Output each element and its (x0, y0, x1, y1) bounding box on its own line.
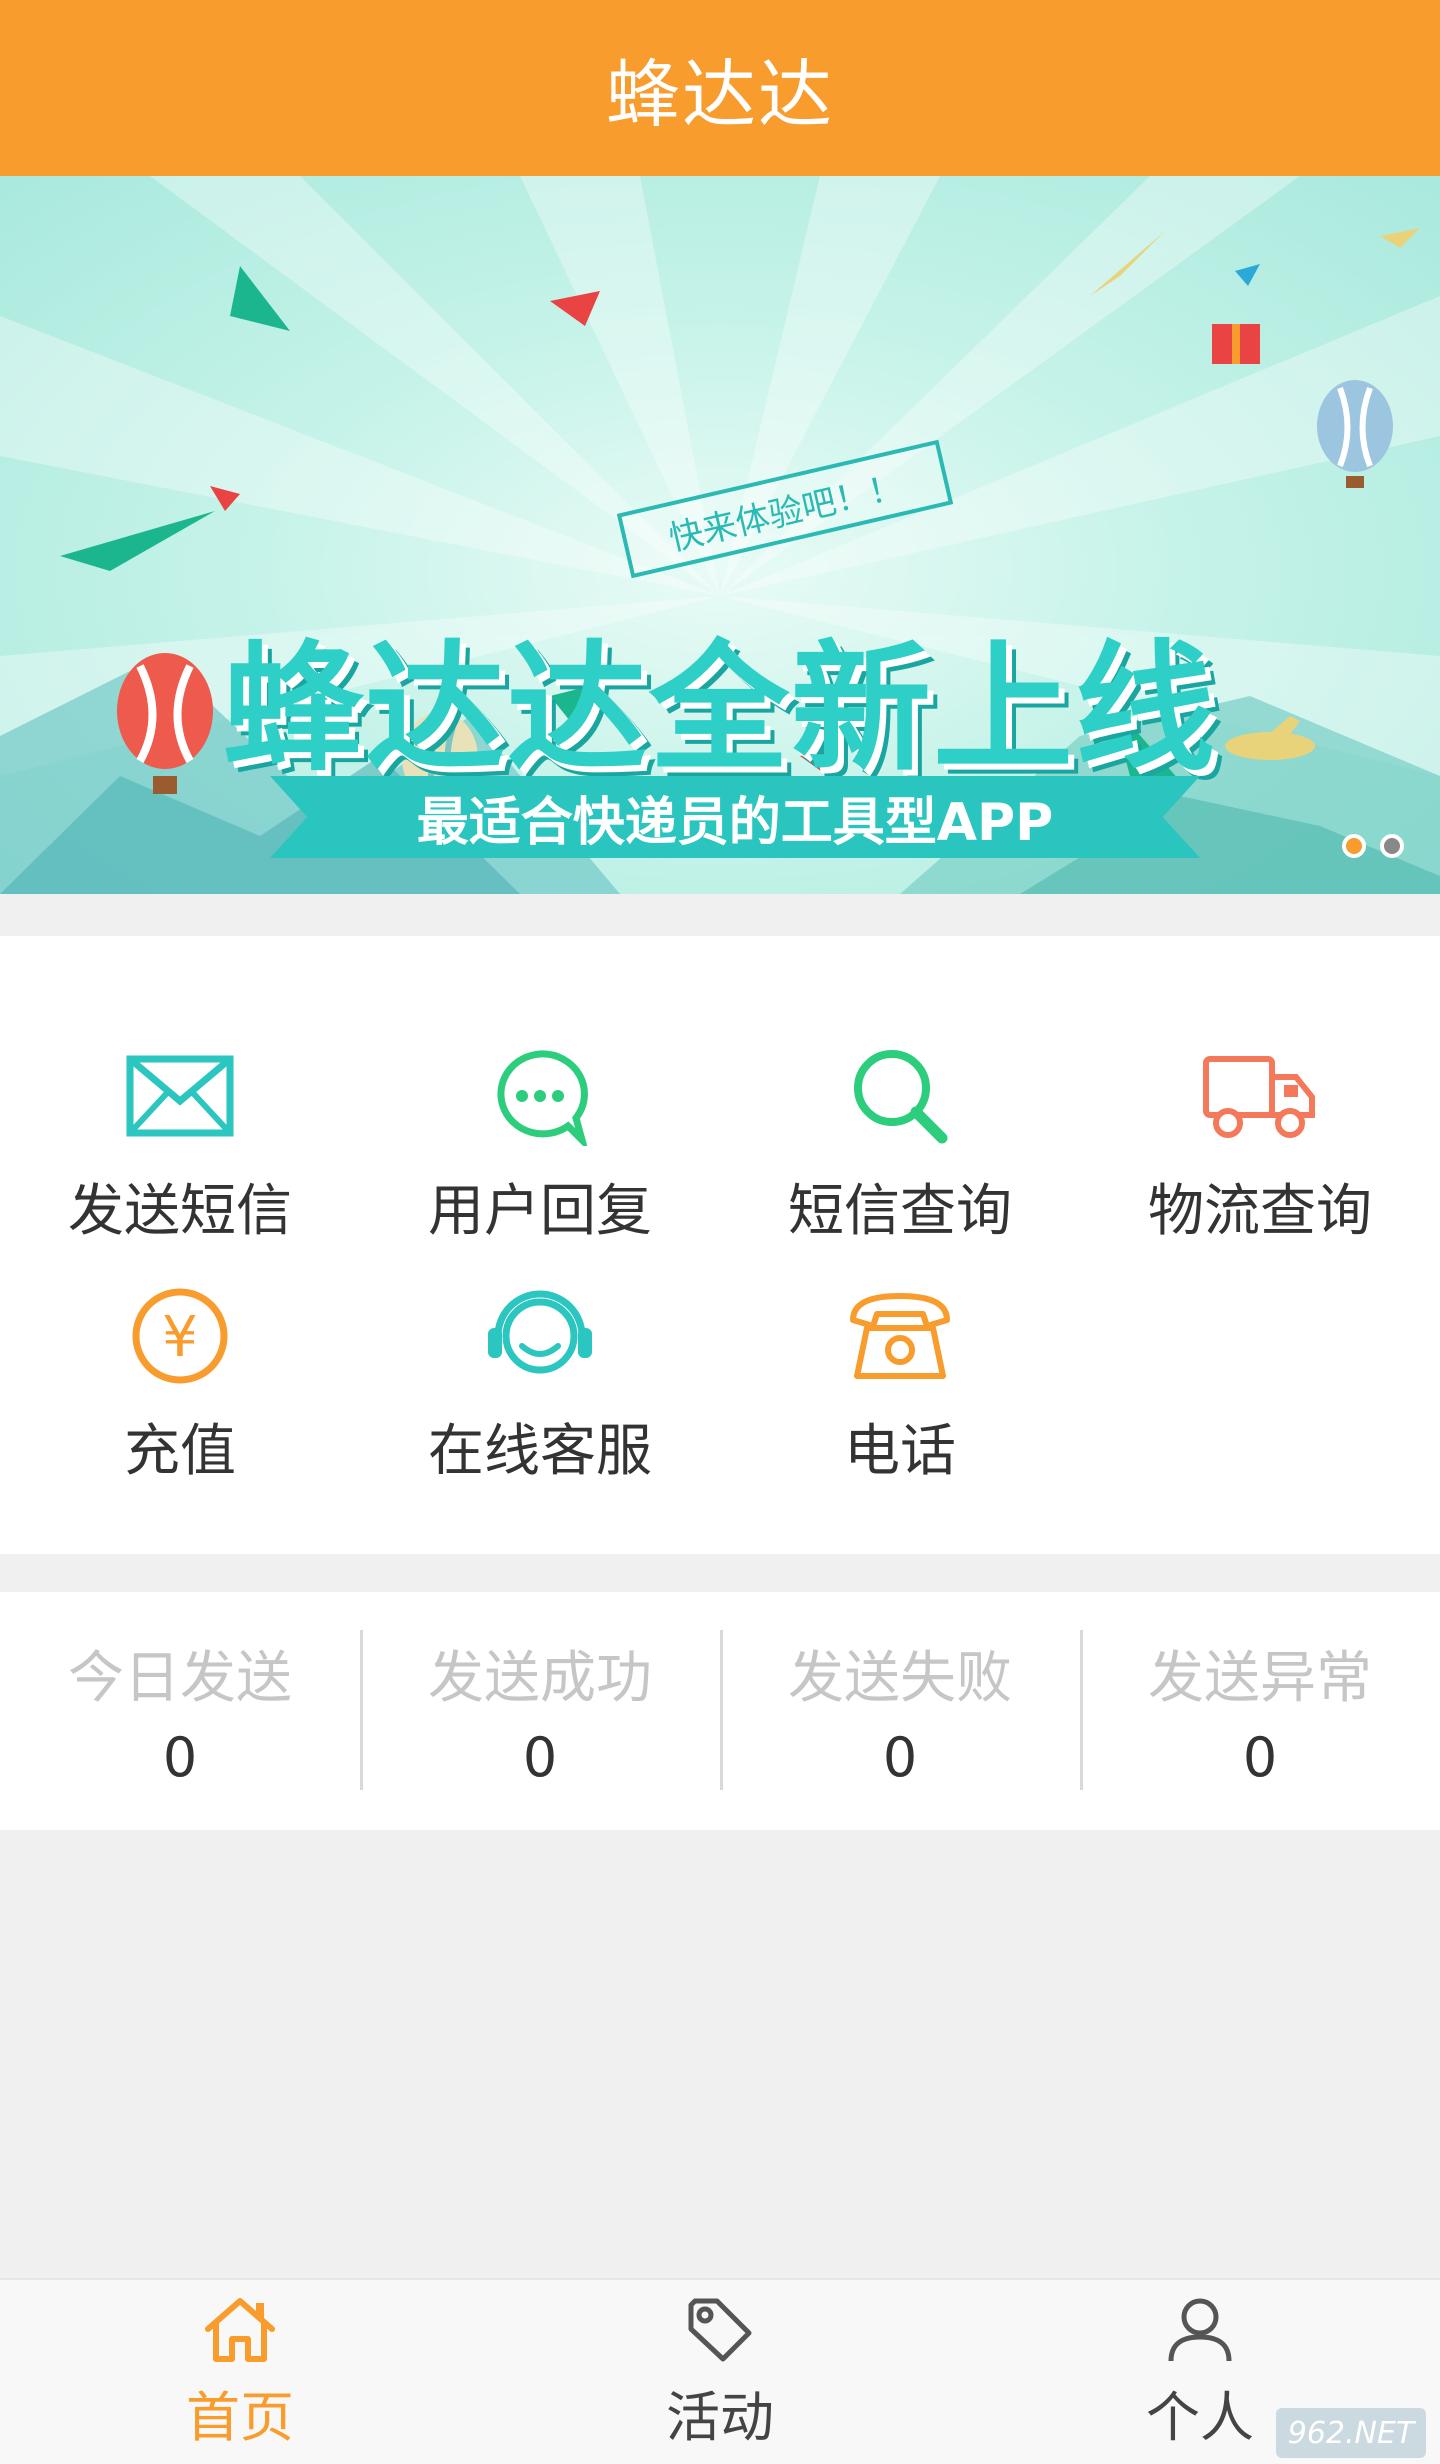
app-header: 蜂达达 (0, 0, 1440, 176)
menu-recharge[interactable]: ¥ 充值 (0, 1276, 360, 1496)
menu-phone[interactable]: 电话 (720, 1276, 1080, 1496)
carousel-dot-active[interactable] (1342, 834, 1366, 858)
tab-home[interactable]: 首页 (0, 2280, 480, 2464)
tab-label: 活动 (666, 2385, 774, 2449)
menu-online-service[interactable]: 在线客服 (360, 1276, 720, 1496)
stat-sent-success[interactable]: 发送成功 0 (360, 1592, 720, 1830)
tab-label: 首页 (186, 2385, 294, 2449)
search-icon (840, 1036, 960, 1156)
menu-label: 物流查询 (1148, 1179, 1372, 1244)
stat-label: 发送异常 (1148, 1646, 1372, 1711)
menu-user-reply[interactable]: 用户回复 (360, 1036, 720, 1256)
truck-icon (1200, 1036, 1320, 1156)
menu-label: 短信查询 (788, 1179, 1012, 1244)
menu-sms-query[interactable]: 短信查询 (720, 1036, 1080, 1256)
stat-today-sent[interactable]: 今日发送 0 (0, 1592, 360, 1830)
sms-stats: 今日发送 0 发送成功 0 发送失败 0 发送异常 0 (0, 1592, 1440, 1830)
stat-sent-failed[interactable]: 发送失败 0 (720, 1592, 1080, 1830)
stat-label: 发送成功 (428, 1646, 652, 1711)
menu-label: 发送短信 (68, 1179, 292, 1244)
stat-value: 0 (522, 1726, 558, 1789)
user-icon (1165, 2295, 1235, 2369)
banner-subtitle: 最适合快递员的工具型APP (416, 792, 1054, 853)
menu-label: 充值 (124, 1419, 236, 1484)
envelope-icon (120, 1036, 240, 1156)
menu-send-sms[interactable]: 发送短信 (0, 1036, 360, 1256)
telephone-icon (840, 1276, 960, 1396)
carousel-pager (1342, 834, 1404, 858)
stat-value: 0 (1242, 1726, 1278, 1789)
yen-coin-icon: ¥ (120, 1276, 240, 1396)
stat-label: 发送失败 (788, 1646, 1012, 1711)
stat-label: 今日发送 (68, 1646, 292, 1711)
stat-value: 0 (162, 1726, 198, 1789)
tab-label: 个人 (1146, 2385, 1254, 2449)
banner-ribbon: 最适合快递员的工具型APP (270, 776, 1200, 858)
tab-activity[interactable]: 活动 (480, 2280, 960, 2464)
svg-text:¥: ¥ (162, 1305, 198, 1370)
banner-headline: 蜂达达全新上线 (222, 628, 1217, 791)
tag-icon (685, 2295, 755, 2369)
carousel-dot[interactable] (1380, 834, 1404, 858)
promo-banner[interactable]: 快来体验吧！！ 蜂达达全新上线 最适合快递员的工具型APP (0, 176, 1440, 894)
stat-value: 0 (882, 1726, 918, 1789)
stat-sent-abnormal[interactable]: 发送异常 0 (1080, 1592, 1440, 1830)
bottom-tab-bar: 首页 活动 个人 962.NET (0, 2278, 1440, 2464)
menu-logistics-query[interactable]: 物流查询 (1080, 1036, 1440, 1256)
home-icon (202, 2295, 278, 2369)
headset-icon (480, 1276, 600, 1396)
menu-label: 在线客服 (428, 1419, 652, 1484)
page-title: 蜂达达 (606, 51, 834, 138)
menu-label: 电话 (844, 1419, 956, 1484)
menu-label: 用户回复 (428, 1179, 652, 1244)
watermark-logo: 962.NET (1276, 2408, 1426, 2458)
chat-bubble-icon (480, 1036, 600, 1156)
feature-menu: 发送短信 用户回复 短信查询 物流查询 ¥ 充值 在线客服 电话 (0, 936, 1440, 1554)
